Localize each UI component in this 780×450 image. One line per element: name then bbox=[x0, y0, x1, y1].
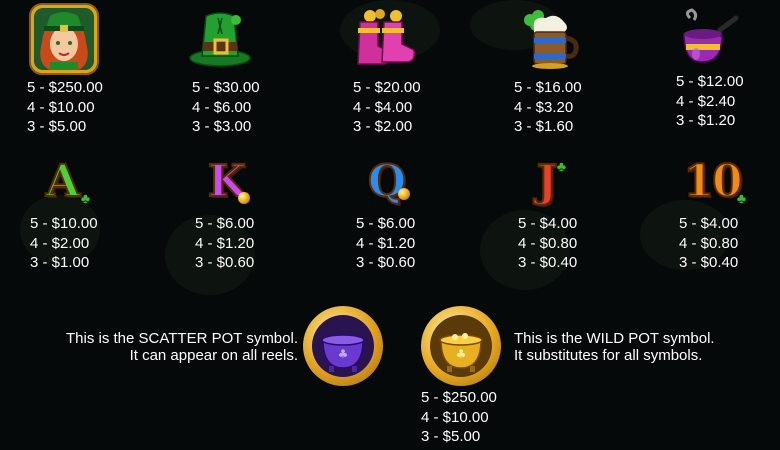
wild-description: This is the WILD POT symbol. It substitu… bbox=[514, 330, 715, 364]
pink-boots-symbol bbox=[352, 8, 418, 70]
pay-5: 5 - $6.00 bbox=[356, 215, 416, 232]
pay-4: 4 - $10.00 bbox=[27, 98, 95, 116]
pay-5: 5 - $30.00 bbox=[192, 79, 260, 96]
pay-5: 5 - $250.00 bbox=[421, 389, 497, 406]
clover-icon: ♣ bbox=[736, 190, 746, 206]
pay-4: 4 - $4.00 bbox=[353, 98, 413, 116]
pay-4: 4 - $2.00 bbox=[30, 234, 90, 252]
pay-3: 3 - $0.40 bbox=[518, 254, 578, 271]
pay-3: 3 - $5.00 bbox=[27, 118, 87, 135]
number-10-glyph: 10 bbox=[682, 156, 743, 207]
pay-5: 5 - $4.00 bbox=[518, 215, 578, 232]
coin-icon bbox=[238, 192, 250, 204]
scatter-line-1: This is the SCATTER POT symbol. bbox=[66, 330, 298, 347]
letter-a-glyph: A bbox=[45, 156, 81, 207]
svg-text:♣: ♣ bbox=[456, 347, 467, 361]
scatter-pot-icon: ♣ bbox=[312, 315, 374, 377]
pay-4: 4 - $6.00 bbox=[192, 98, 252, 116]
letter-q-symbol: Q bbox=[356, 152, 418, 212]
green-hat-icon bbox=[189, 12, 251, 67]
pay-5: 5 - $4.00 bbox=[679, 215, 739, 232]
wild-pot-icon: ♣ bbox=[430, 315, 492, 377]
paytable-pink-boots: 5 - $20.00 4 - $4.00 3 - $2.00 bbox=[353, 78, 421, 137]
paytable-letter-a: 5 - $10.00 4 - $2.00 3 - $1.00 bbox=[30, 214, 98, 273]
pay-4: 4 - $0.80 bbox=[679, 234, 739, 252]
clover-icon: ♣ bbox=[80, 190, 90, 206]
pay-4: 4 - $1.20 bbox=[356, 234, 416, 252]
letter-j-glyph: J bbox=[536, 156, 559, 207]
pay-5: 5 - $250.00 bbox=[27, 79, 103, 96]
pink-boots-icon bbox=[357, 9, 416, 65]
pay-4: 4 - $2.40 bbox=[676, 92, 736, 110]
paytable-letter-q: 5 - $6.00 4 - $1.20 3 - $0.60 bbox=[356, 214, 415, 273]
letter-a-symbol: A ♣ bbox=[32, 152, 94, 212]
pay-4: 4 - $10.00 bbox=[421, 408, 489, 426]
coin-icon bbox=[398, 188, 410, 200]
pay-3: 3 - $1.20 bbox=[676, 112, 736, 129]
pay-3: 3 - $0.40 bbox=[679, 254, 739, 271]
pay-3: 3 - $3.00 bbox=[192, 118, 252, 135]
pay-3: 3 - $1.00 bbox=[30, 254, 90, 271]
paytable-leprechaun-girl: 5 - $250.00 4 - $10.00 3 - $5.00 bbox=[27, 78, 103, 137]
pay-4: 4 - $3.20 bbox=[514, 98, 574, 116]
leprechaun-girl-symbol bbox=[28, 2, 100, 76]
pay-4: 4 - $1.20 bbox=[195, 234, 255, 252]
paytable-number-10: 5 - $4.00 4 - $0.80 3 - $0.40 bbox=[679, 214, 738, 273]
svg-text:♣: ♣ bbox=[338, 347, 349, 361]
clover-icon: ♣ bbox=[556, 158, 566, 174]
scatter-pot-symbol: ♣ bbox=[303, 306, 383, 386]
paytable-pipe: 5 - $12.00 4 - $2.40 3 - $1.20 bbox=[676, 72, 744, 131]
paytable-wild-pot: 5 - $250.00 4 - $10.00 3 - $5.00 bbox=[421, 388, 497, 447]
beer-mug-icon bbox=[524, 10, 579, 69]
pay-5: 5 - $10.00 bbox=[30, 215, 98, 232]
pipe-symbol bbox=[680, 8, 740, 66]
scatter-description: This is the SCATTER POT symbol. It can a… bbox=[66, 330, 298, 364]
number-10-symbol: 10 ♣ bbox=[674, 152, 750, 212]
pay-3: 3 - $5.00 bbox=[421, 428, 481, 445]
pay-5: 5 - $20.00 bbox=[353, 79, 421, 96]
letter-j-symbol: J ♣ bbox=[516, 152, 578, 212]
paytable-letter-j: 5 - $4.00 4 - $0.80 3 - $0.40 bbox=[518, 214, 577, 273]
paytable-green-hat: 5 - $30.00 4 - $6.00 3 - $3.00 bbox=[192, 78, 260, 137]
pay-3: 3 - $0.60 bbox=[356, 254, 416, 271]
scatter-line-2: It can appear on all reels. bbox=[129, 347, 298, 364]
pay-3: 3 - $2.00 bbox=[353, 118, 413, 135]
pay-3: 3 - $1.60 bbox=[514, 118, 574, 135]
pay-5: 5 - $6.00 bbox=[195, 215, 255, 232]
paytable-letter-k: 5 - $6.00 4 - $1.20 3 - $0.60 bbox=[195, 214, 254, 273]
paytable-beer-mug: 5 - $16.00 4 - $3.20 3 - $1.60 bbox=[514, 78, 582, 137]
wild-line-1: This is the WILD POT symbol. bbox=[514, 330, 715, 347]
letter-k-symbol: K bbox=[196, 152, 258, 212]
green-hat-symbol bbox=[188, 6, 252, 68]
pay-4: 4 - $0.80 bbox=[518, 234, 578, 252]
pay-5: 5 - $12.00 bbox=[676, 73, 744, 90]
wild-pot-symbol: ♣ bbox=[421, 306, 501, 386]
wild-line-2: It substitutes for all symbols. bbox=[514, 347, 703, 364]
pipe-icon bbox=[683, 8, 739, 63]
pay-5: 5 - $16.00 bbox=[514, 79, 582, 96]
beer-mug-symbol bbox=[516, 6, 582, 70]
leprechaun-girl-icon bbox=[29, 3, 99, 75]
pay-3: 3 - $0.60 bbox=[195, 254, 255, 271]
